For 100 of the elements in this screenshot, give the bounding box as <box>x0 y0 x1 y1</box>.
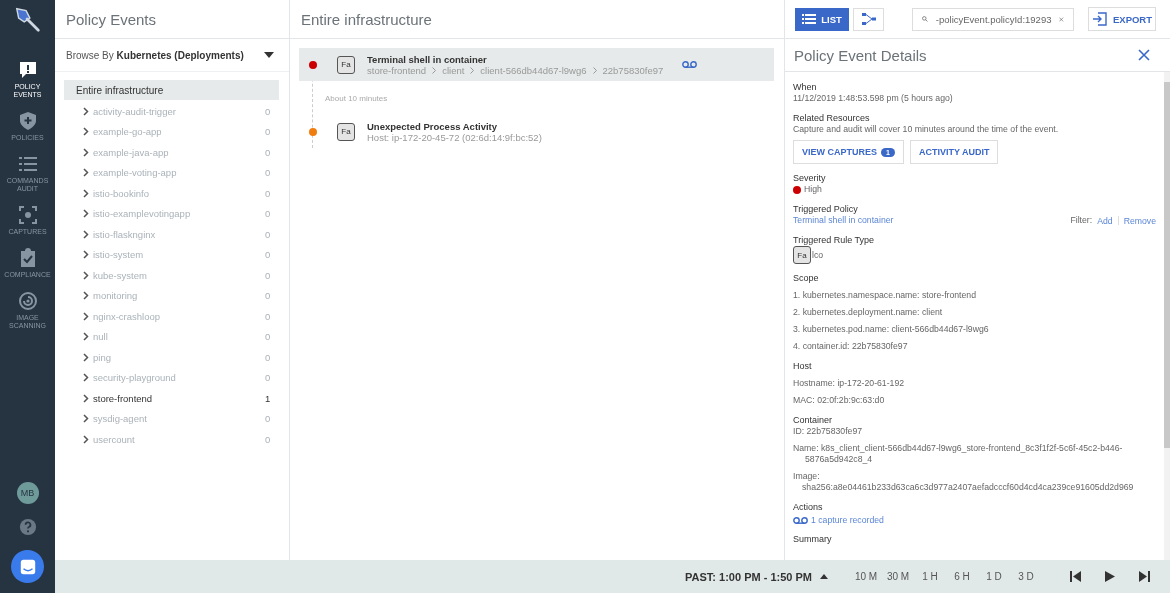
event-count: 0 <box>265 372 272 384</box>
rule-type-suffix: lco <box>812 249 824 261</box>
export-button[interactable]: EXPORT <box>1088 7 1156 31</box>
alert-icon <box>17 60 38 80</box>
tree-item[interactable]: example-voting-app <box>93 167 265 179</box>
event-count: 0 <box>265 310 272 322</box>
play-icon[interactable] <box>1105 571 1115 582</box>
tree-item[interactable]: kube-system <box>93 269 265 281</box>
tree-item[interactable]: istio-bookinfo <box>93 187 265 199</box>
recording-icon <box>793 516 808 524</box>
filter-remove-link[interactable]: Remove <box>1123 215 1156 226</box>
scope-entry: 4. container.id: 22b75830fe97 <box>793 341 909 352</box>
tree-item[interactable]: monitoring <box>93 290 265 302</box>
caret-icon <box>820 574 828 579</box>
event-row[interactable]: Fa Unexpected Process Activity Host: ip-172-20-45-72 (02:6d:14:9f:bc:52) <box>299 115 774 148</box>
tree-item[interactable]: security-playground <box>93 372 265 384</box>
user-avatar[interactable]: MB <box>16 482 39 504</box>
time-span-button[interactable]: 10 M <box>850 571 882 582</box>
scope-entry: 3. kubernetes.pod.name: client-566db44d67-l9wg6 <box>793 324 990 335</box>
tree-item[interactable]: istio-flasknginx <box>93 228 265 240</box>
event-count: 0 <box>265 105 272 117</box>
container-id: ID: 22b75830fe97 <box>793 426 864 437</box>
help-icon[interactable] <box>18 518 37 536</box>
event-count: 0 <box>265 208 272 220</box>
rule-badge: Fa <box>337 122 355 141</box>
tree-item[interactable]: activity-audit-trigger <box>93 105 265 117</box>
event-count: 0 <box>265 433 272 445</box>
field-label: Container <box>793 415 834 426</box>
tree-item[interactable]: sysdig-agent <box>93 413 265 425</box>
scope-entry: 2. kubernetes.deployment.name: client <box>793 307 944 318</box>
event-title: Unexpected Process Activity <box>367 120 499 132</box>
field-label: When <box>793 82 818 93</box>
event-title: Terminal shell in container <box>367 53 488 65</box>
scope-path-item: store-frontend <box>367 64 427 76</box>
event-host: Host: ip-172-20-45-72 (02:6d:14:9f:bc:52) <box>367 131 543 143</box>
field-label: Severity <box>793 173 827 184</box>
field-value: 11/12/2019 1:48:53.598 pm (5 hours ago) <box>793 93 954 104</box>
rule-badge: Fa <box>793 246 811 264</box>
field-label: Host <box>793 361 813 372</box>
event-count: 1 <box>265 392 272 404</box>
container-name: Name: k8s_client_client-566db44d67-l9wg6_store-frontend_8c3f1f2f-5c6f-45c2-b446-5876a5d942c8_4 <box>793 443 1124 465</box>
panel-title: Policy Event Details <box>794 46 927 64</box>
scrollbar-thumb[interactable] <box>1164 82 1170 448</box>
chevron-icon <box>432 66 437 74</box>
policy-link[interactable]: Terminal shell in container <box>793 215 894 226</box>
tree-item[interactable]: nginx-crashloop <box>93 310 265 322</box>
event-count: 0 <box>265 187 272 199</box>
graph-view-button[interactable] <box>853 7 884 31</box>
graph-icon <box>861 13 876 25</box>
chat-icon <box>18 557 37 576</box>
severity-value: High <box>804 184 822 195</box>
filter-add-link[interactable]: Add <box>1097 215 1113 226</box>
list-view-button[interactable]: LIST <box>795 7 849 31</box>
image-label: Image: <box>793 471 821 482</box>
event-row[interactable]: Fa Terminal shell in container store-frontend client client-566db44d67-l9wg6 22b75830fe97 <box>299 48 774 81</box>
skip-back-icon[interactable] <box>1070 571 1081 582</box>
chat-button[interactable] <box>11 550 44 583</box>
event-count: 0 <box>265 269 272 281</box>
captures-link[interactable]: 1 capture recorded <box>811 515 884 525</box>
host-entry: Hostname: ip-172-20-61-192 <box>793 378 906 389</box>
export-icon <box>1091 11 1108 27</box>
tree-item[interactable]: example-go-app <box>93 126 265 138</box>
browse-by-dropdown[interactable]: Browse By Kubernetes (Deployments) <box>55 39 289 72</box>
image-digest: sha256:a8e04461b233d63ca6c3d977a2407aefadcccf60d4cd4ca239ce91605dd2d969 <box>801 482 1135 493</box>
time-span-button[interactable]: 1 D <box>978 571 1010 582</box>
tree-item[interactable]: istio-system <box>93 249 265 261</box>
field-value: Capture and audit will cover 10 minutes around the time of the event. <box>793 124 1060 135</box>
chevron-icon <box>592 66 597 74</box>
tree-item[interactable]: istio-examplevotingapp <box>93 208 265 220</box>
time-span-button[interactable]: 1 H <box>914 571 946 582</box>
time-range-button[interactable]: PAST: 1:00 PM - 1:50 PM <box>685 570 828 583</box>
list-icon <box>802 14 817 24</box>
event-count: 0 <box>265 351 272 363</box>
event-count: 0 <box>265 126 272 138</box>
time-span-button[interactable]: 6 H <box>946 571 978 582</box>
search-field[interactable]: -policyEvent.policyId:19293 <box>912 7 1074 31</box>
scope-path-item: client <box>442 64 465 76</box>
tree-item[interactable]: null <box>93 331 265 343</box>
tree-root-item[interactable]: Entire infrastructure <box>64 80 279 100</box>
event-count: 0 <box>265 331 272 343</box>
skip-forward-icon[interactable] <box>1139 571 1150 582</box>
shield-icon <box>17 111 38 131</box>
tree-item[interactable]: store-frontend <box>93 392 265 404</box>
tree-item[interactable]: ping <box>93 351 265 363</box>
chevron-icon[interactable] <box>83 106 89 116</box>
event-count: 0 <box>265 413 272 425</box>
time-span-button[interactable]: 3 D <box>1010 571 1042 582</box>
event-count: 0 <box>265 249 272 261</box>
time-span-button[interactable]: 30 M <box>882 571 914 582</box>
event-count: 0 <box>265 290 272 302</box>
tree-item[interactable]: example-java-app <box>93 146 265 158</box>
activity-audit-button[interactable]: ACTIVITY AUDIT <box>909 140 999 164</box>
close-icon[interactable] <box>1138 49 1150 61</box>
event-count: 0 <box>265 167 272 179</box>
tree-item[interactable]: usercount <box>93 433 265 445</box>
time-gap-label: About 10 minutes <box>324 93 389 105</box>
recording-icon[interactable] <box>682 61 697 68</box>
event-count: 0 <box>265 228 272 240</box>
capture-icon <box>17 205 38 225</box>
field-label: Related Resources <box>793 113 871 124</box>
